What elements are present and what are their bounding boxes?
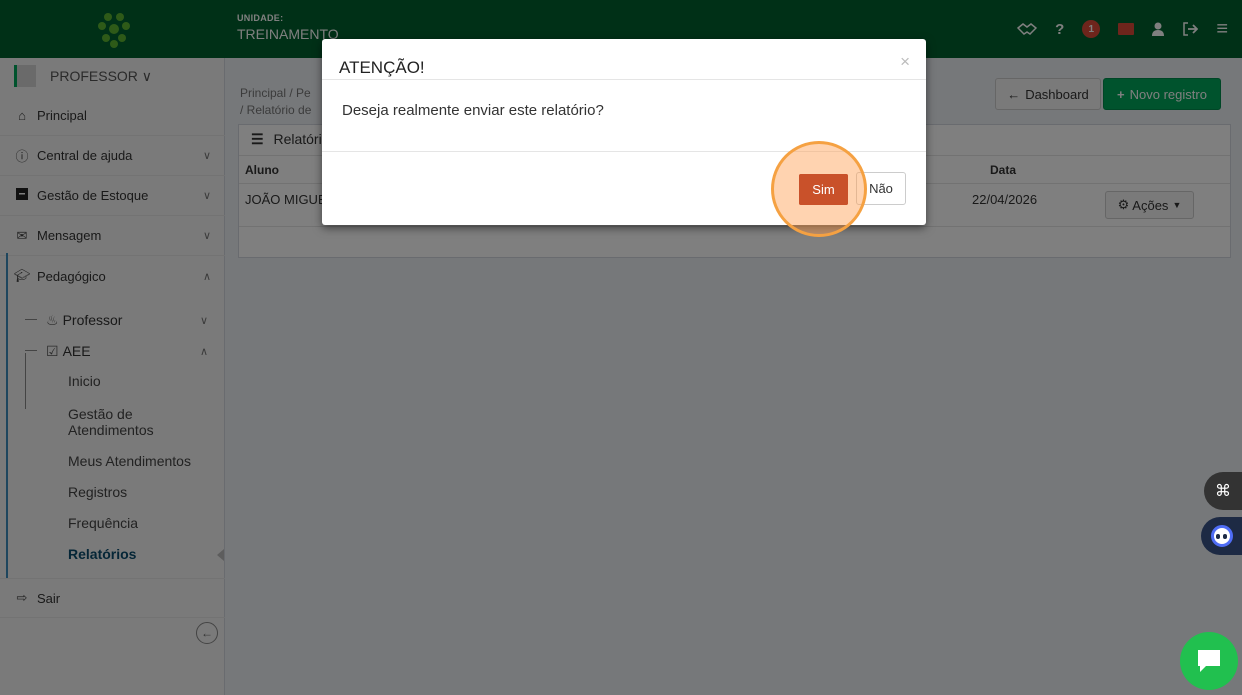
assistant-widget[interactable] xyxy=(1201,517,1242,555)
chat-icon xyxy=(1198,650,1220,672)
robot-icon xyxy=(1210,525,1233,547)
yes-button[interactable]: Sim xyxy=(799,174,848,205)
chat-button[interactable] xyxy=(1180,632,1238,690)
close-icon[interactable]: × xyxy=(900,52,910,72)
command-icon: ⌘ xyxy=(1215,483,1231,500)
modal-message: Deseja realmente enviar este relatório? xyxy=(342,102,604,119)
divider xyxy=(322,79,926,80)
shortcut-widget[interactable]: ⌘ xyxy=(1204,472,1242,510)
modal-title: ATENÇÃO! xyxy=(339,58,425,77)
